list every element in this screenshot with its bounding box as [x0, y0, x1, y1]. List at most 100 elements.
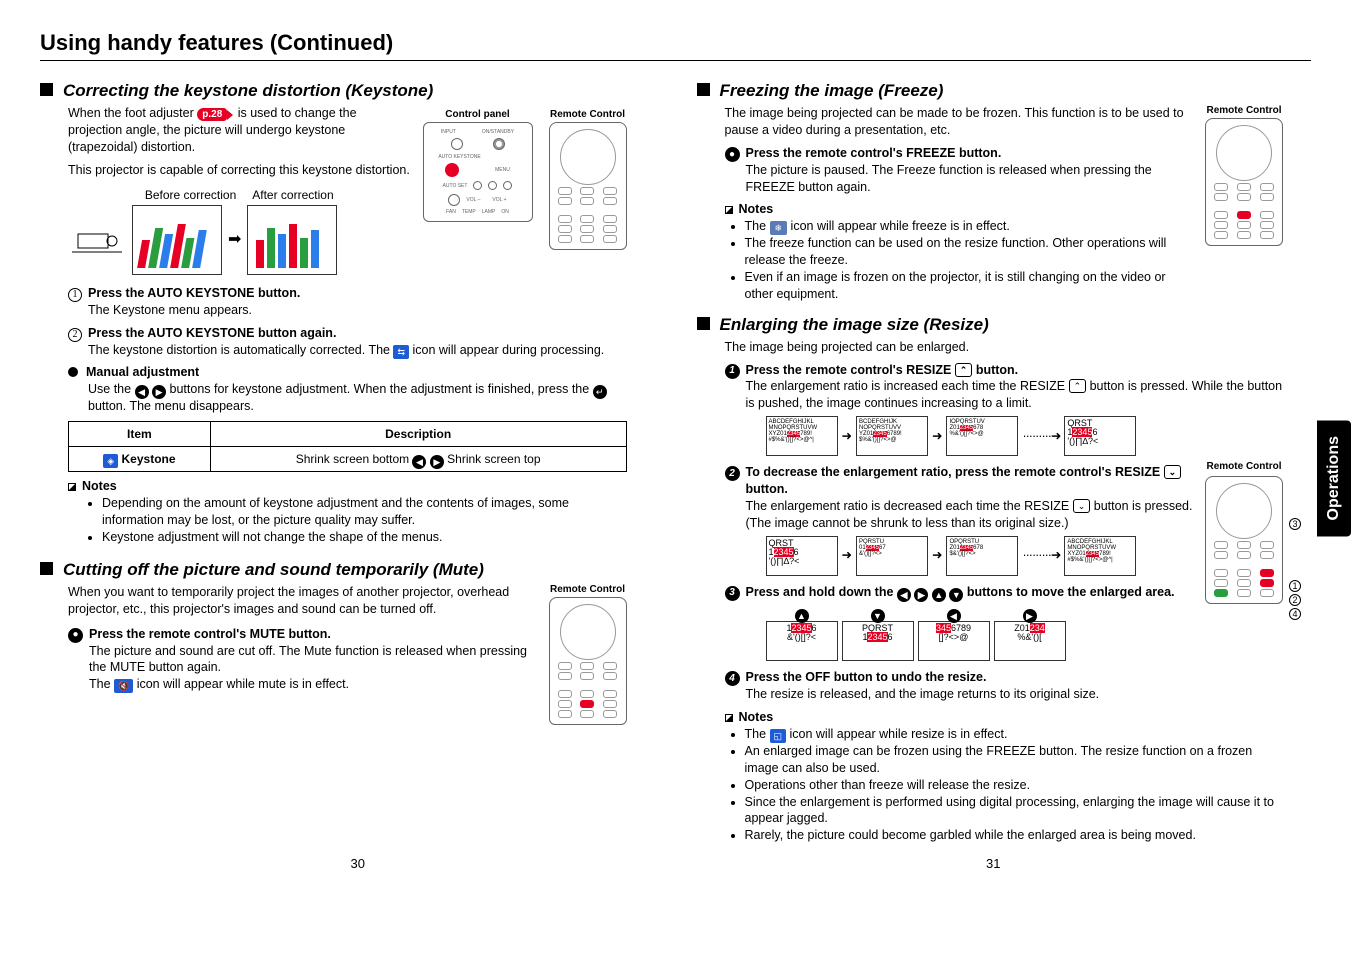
mute-icon: 🔇 [114, 679, 133, 693]
resize-step1: Press the remote control's RESIZE ⌃ butt… [746, 362, 1284, 379]
page-number-right: 31 [986, 856, 1000, 871]
resize-intro: The image being projected can be enlarge… [725, 339, 1284, 356]
operations-tab: Operations [1317, 420, 1351, 536]
remote-figure-2 [549, 597, 627, 725]
notes-icon [68, 483, 76, 491]
step-1-marker: 1 [68, 288, 82, 302]
resize-note-5: Rarely, the picture could become garbled… [745, 827, 1284, 844]
mute-heading: Cutting off the picture and sound tempor… [63, 560, 484, 580]
section-square-icon [40, 562, 53, 575]
resize-note-1: The ◱ icon will appear while resize is i… [745, 726, 1284, 743]
callout-4: 4 [1289, 608, 1301, 620]
page-ref-badge: p.28 [197, 108, 227, 121]
freeze-step-marker: ● [725, 147, 740, 162]
move-sequence: ▲123456&'()[]?< ▼PQRST123456 ◀3456789[]?… [766, 605, 1175, 662]
remote-label-1: Remote Control [549, 109, 627, 120]
resize-notes-head: Notes [739, 710, 774, 724]
remote-label-3: Remote Control [1205, 105, 1283, 116]
freeze-step-body: The picture is paused. The Freeze functi… [746, 162, 1194, 196]
resize-down-icon: ⌄ [1164, 465, 1182, 479]
resize-step4-body: The resize is released, and the image re… [746, 686, 1100, 703]
mute-step-body-a: The picture and sound are cut off. The M… [89, 643, 537, 677]
section-square-icon [697, 83, 710, 96]
keystone-step2: Press the AUTO KEYSTONE button again. [88, 326, 336, 340]
manual-adjust-head: Manual adjustment [86, 365, 199, 379]
keystone-table: ItemDescription ◈ Keystone Shrink screen… [68, 421, 627, 472]
keystone-notes-head: Notes [82, 479, 117, 493]
right-page: Freezing the image (Freeze) The image be… [697, 75, 1312, 844]
remote-figure-3 [1205, 118, 1283, 246]
resize-step2: To decrease the enlargement ratio, press… [746, 464, 1194, 498]
keystone-intro-1: When the foot adjuster p.28 is used to c… [68, 105, 411, 156]
resize-step2-marker: 2 [725, 466, 740, 481]
keystone-note-1: Depending on the amount of keystone adju… [102, 495, 627, 529]
resize-step3-marker: 3 [725, 586, 740, 601]
left-arrow-icon: ◀ [135, 385, 149, 399]
resize-step2-body: The enlargement ratio is decreased each … [746, 498, 1194, 532]
freeze-heading: Freezing the image (Freeze) [720, 81, 944, 101]
callout-2: 2 [1289, 594, 1301, 606]
freeze-intro: The image being projected can be made to… [725, 105, 1194, 139]
section-square-icon [697, 317, 710, 330]
return-icon: ↵ [593, 385, 607, 399]
auto-keystone-button[interactable] [445, 163, 459, 177]
shrink-sequence: QRST123456'()∏∆?<➜ PQRSTU01234567&'()[]?… [766, 536, 1194, 576]
callout-1: 1 [1289, 580, 1301, 592]
mute-step: Press the remote control's MUTE button. [89, 626, 537, 643]
callout-3: 3 [1289, 518, 1301, 530]
step-2-marker: 2 [68, 328, 82, 342]
control-panel-label: Control panel [423, 109, 533, 120]
resize-down-button[interactable] [1260, 579, 1274, 587]
remote-figure-4 [1205, 476, 1283, 604]
keystone-step1-body: The Keystone menu appears. [88, 302, 627, 319]
resize-step3: Press and hold down the ◀ ▶ ▲ ▼ buttons … [746, 584, 1175, 601]
keystone-step2-body: The keystone distortion is automatically… [88, 342, 627, 359]
right-arrow-icon: ▶ [152, 385, 166, 399]
keystone-note-2: Keystone adjustment will not change the … [102, 529, 627, 546]
mute-step-marker: ● [68, 628, 83, 643]
resize-note-2: An enlarged image can be frozen using th… [745, 743, 1284, 777]
enlarge-sequence: ABCDEFGHIJKLMNOPQRSTUVWXYZ012345789!#$%&… [766, 416, 1284, 456]
resize-heading: Enlarging the image size (Resize) [720, 315, 989, 335]
off-button[interactable] [1214, 589, 1228, 597]
page-title: Using handy features (Continued) [40, 30, 1311, 61]
section-square-icon [40, 83, 53, 96]
mute-step-body-b: The 🔇 icon will appear while mute is in … [89, 676, 537, 693]
keystone-heading: Correcting the keystone distortion (Keys… [63, 81, 433, 101]
resize-step4-marker: 4 [725, 671, 740, 686]
projector-icon [68, 216, 126, 264]
freeze-button[interactable] [1237, 211, 1251, 219]
resize-icon: ◱ [770, 729, 787, 743]
keystone-processing-icon: ⇆ [393, 345, 409, 359]
remote-figure-1 [549, 122, 627, 250]
keystone-intro-2: This projector is capable of correcting … [68, 162, 411, 179]
mute-intro: When you want to temporarily project the… [68, 584, 537, 618]
resize-step1-marker: 1 [725, 364, 740, 379]
resize-note-3: Operations other than freeze will releas… [745, 777, 1284, 794]
keystone-row-icon: ◈ [103, 454, 118, 468]
freeze-step: Press the remote control's FREEZE button… [746, 145, 1194, 162]
left-page: Correcting the keystone distortion (Keys… [40, 75, 627, 844]
freeze-note-1: The ❄ icon will appear while freeze is i… [745, 218, 1194, 235]
resize-step4: Press the OFF button to undo the resize. [746, 669, 1100, 686]
keystone-step1: Press the AUTO KEYSTONE button. [88, 286, 300, 300]
resize-up-icon: ⌃ [955, 363, 973, 377]
arrow-right-icon: ➡ [228, 229, 241, 251]
freeze-note-3: Even if an image is frozen on the projec… [745, 269, 1194, 303]
resize-up-button[interactable] [1260, 569, 1274, 577]
before-label: Before correction [145, 187, 236, 203]
resize-note-4: Since the enlargement is performed using… [745, 794, 1284, 828]
remote-label-2: Remote Control [549, 584, 627, 595]
notes-icon [725, 714, 733, 722]
freeze-note-2: The freeze function can be used on the r… [745, 235, 1194, 269]
before-correction-figure [132, 205, 222, 275]
mute-button[interactable] [580, 700, 594, 708]
resize-step1-body: The enlargement ratio is increased each … [746, 378, 1284, 412]
after-label: After correction [252, 187, 333, 203]
control-panel-figure: INPUTON/STANDBY AUTO KEYSTONE MENU AUTO … [423, 122, 533, 222]
remote-label-4: Remote Control [1205, 460, 1283, 474]
notes-icon [725, 206, 733, 214]
after-correction-figure [247, 205, 337, 275]
manual-adjust-body: Use the ◀ ▶ buttons for keystone adjustm… [88, 381, 627, 415]
bullet-icon [68, 367, 78, 377]
